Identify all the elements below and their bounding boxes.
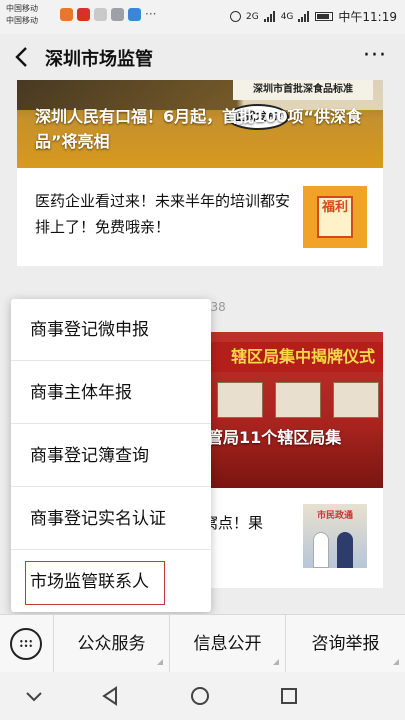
thumbnail-label: 福利 xyxy=(317,196,353,238)
nav-bar: 深圳市场监管 ··· xyxy=(0,34,405,80)
back-icon[interactable] xyxy=(10,44,36,70)
menu-item-contact[interactable]: 市场监管联系人 xyxy=(11,551,211,613)
tab-label: 公众服务 xyxy=(77,634,146,654)
article-title: 医药企业看过来！未来半年的培训都安排上了！免费哦亲！ xyxy=(35,192,291,236)
app-notification-icon xyxy=(128,8,141,21)
submenu-indicator-icon xyxy=(157,659,163,665)
battery-icon xyxy=(315,12,334,21)
sub-menu-popup: 商事登记微申报 商事主体年报 商事登记簿查询 商事登记实名认证 市场监管联系人 xyxy=(11,299,211,612)
article-title: 窝点！果 xyxy=(203,514,264,532)
signal-icon xyxy=(298,11,310,22)
chevron-down-icon[interactable] xyxy=(22,684,46,708)
carrier-2: 中国移动 xyxy=(6,16,38,25)
back-triangle-icon[interactable] xyxy=(98,684,122,708)
hero-article[interactable]: 深圳市首批深食品标准 正式发布! 深圳人民有口福！6月起，首批100项“供深食品… xyxy=(17,80,383,168)
carrier-1: 中国移动 xyxy=(6,4,38,13)
menu-item-registry-query[interactable]: 商事登记簿查询 xyxy=(11,425,211,487)
notification-icons: ··· xyxy=(60,8,156,21)
app-notification-icon xyxy=(111,8,124,21)
alarm-icon xyxy=(230,11,241,22)
app-notification-icon xyxy=(94,8,107,21)
plaque-image xyxy=(275,382,321,418)
hero-banner-text: 深圳市首批深食品标准 xyxy=(233,80,373,100)
app-notification-icon xyxy=(60,8,73,21)
tab-label: 信息公开 xyxy=(193,634,262,654)
official-account-menu: 公众服务 信息公开 咨询举报 xyxy=(0,614,405,673)
menu-item-annual-report[interactable]: 商事主体年报 xyxy=(11,362,211,424)
recents-square-icon[interactable] xyxy=(277,684,301,708)
system-nav-bar xyxy=(0,672,405,720)
tab-info-disclosure[interactable]: 信息公开 xyxy=(169,615,285,673)
status-bar: 中国移动 中国移动 ··· 2G 4G 中午11:19 xyxy=(0,0,405,34)
person-image xyxy=(337,532,353,568)
home-circle-icon[interactable] xyxy=(188,684,212,708)
thumbnail-label: 市民政通 xyxy=(316,511,353,521)
more-icon[interactable]: ··· xyxy=(363,45,387,67)
menu-item-label: 商事登记实名认证 xyxy=(30,509,166,529)
article-thumbnail: 市民政通 xyxy=(303,504,367,568)
page-title: 深圳市场监管 xyxy=(45,49,153,70)
plaque-image xyxy=(333,382,379,418)
keyboard-icon[interactable] xyxy=(10,628,42,660)
menu-item-real-name-auth[interactable]: 商事登记实名认证 xyxy=(11,488,211,550)
menu-item-label: 商事登记微申报 xyxy=(30,320,149,340)
submenu-indicator-icon xyxy=(273,659,279,665)
menu-item-micro-registration[interactable]: 商事登记微申报 xyxy=(11,299,211,361)
network-2: 4G xyxy=(280,11,294,22)
submenu-indicator-icon xyxy=(393,659,399,665)
tab-consult-report[interactable]: 咨询举报 xyxy=(285,615,405,673)
keyboard-dots xyxy=(19,639,33,648)
menu-item-label: 商事登记簿查询 xyxy=(30,446,149,466)
person-image xyxy=(313,532,329,568)
more-notifications: ··· xyxy=(145,7,157,21)
status-right: 2G 4G 中午11:19 xyxy=(230,8,397,25)
menu-item-label: 商事主体年报 xyxy=(30,383,132,403)
hero-title: 深圳人民有口福！6月起，首批100项“供深食品”将亮相 xyxy=(35,107,363,151)
article-thumbnail: 福利 xyxy=(303,186,367,248)
article-item[interactable]: 医药企业看过来！未来半年的培训都安排上了！免费哦亲！ 福利 xyxy=(17,168,383,266)
carrier-labels: 中国移动 中国移动 xyxy=(6,3,38,27)
network-1: 2G xyxy=(246,11,259,22)
tab-public-service[interactable]: 公众服务 xyxy=(53,615,169,673)
app-notification-icon xyxy=(77,8,90,21)
signal-icon xyxy=(263,11,275,22)
clock: 中午11:19 xyxy=(338,10,397,24)
menu-item-label: 市场监管联系人 xyxy=(30,572,149,592)
plaque-image xyxy=(217,382,263,418)
tab-label: 咨询举报 xyxy=(311,634,380,654)
